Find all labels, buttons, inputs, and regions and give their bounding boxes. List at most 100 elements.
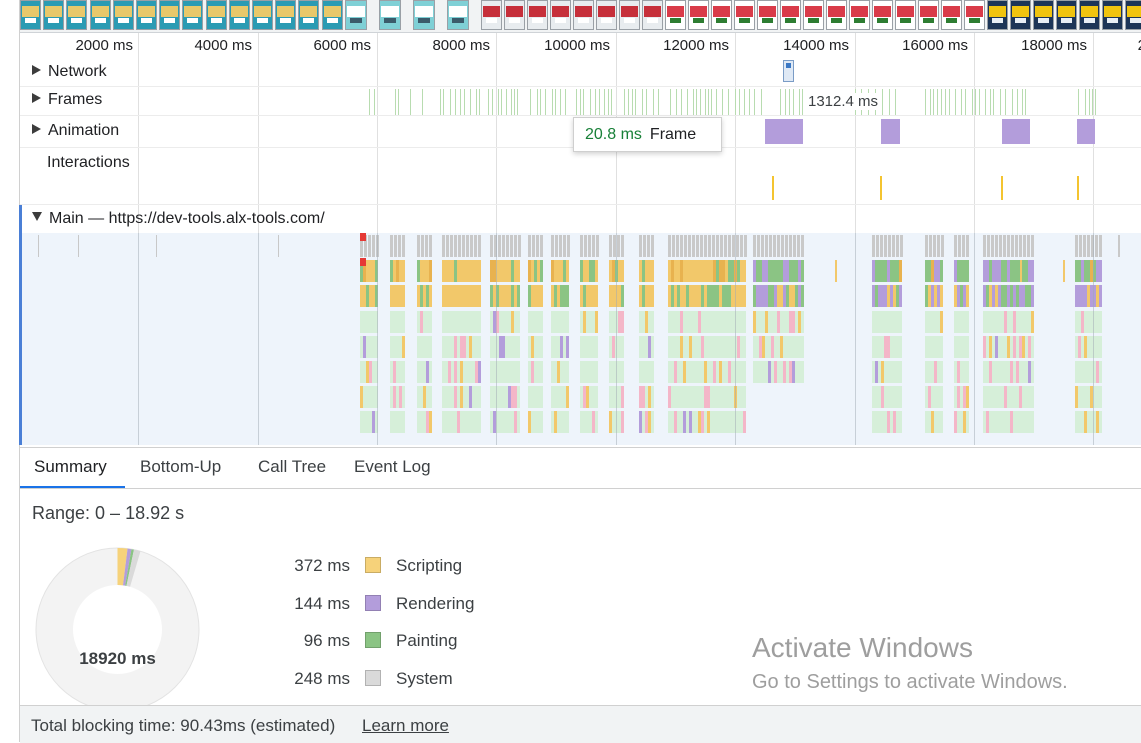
frame-bar[interactable] xyxy=(608,89,609,115)
frame-bar[interactable] xyxy=(711,89,712,115)
frame-bar[interactable] xyxy=(754,89,755,115)
flame-event-block[interactable] xyxy=(609,235,612,257)
flame-event-block[interactable] xyxy=(696,235,699,257)
flame-event-block[interactable] xyxy=(474,235,477,257)
flame-event-block[interactable] xyxy=(1079,235,1082,257)
flame-event-block[interactable] xyxy=(466,235,469,257)
flame-event-block[interactable] xyxy=(458,235,461,257)
interactions-track[interactable]: Interactions xyxy=(20,148,1141,205)
flame-event-block[interactable] xyxy=(743,411,746,433)
flame-event-block[interactable] xyxy=(78,235,79,257)
filmstrip-thumbnail[interactable] xyxy=(1079,0,1100,30)
frame-bar[interactable] xyxy=(1025,89,1026,115)
flame-event-block[interactable] xyxy=(421,235,424,257)
flame-event-block[interactable] xyxy=(899,285,902,307)
filmstrip-thumbnail[interactable] xyxy=(734,0,755,30)
frame-bar[interactable] xyxy=(545,89,546,115)
flame-event-block[interactable] xyxy=(712,235,715,257)
flame-event-block[interactable] xyxy=(517,411,520,433)
flame-event-block[interactable] xyxy=(777,235,780,257)
filmstrip-thumbnail[interactable] xyxy=(136,0,157,30)
flame-event-block[interactable] xyxy=(651,260,654,282)
frame-bar[interactable] xyxy=(560,89,561,115)
frame-bar[interactable] xyxy=(965,89,966,115)
flame-event-block[interactable] xyxy=(899,411,902,433)
frame-bar[interactable] xyxy=(565,89,566,115)
flame-event-block[interactable] xyxy=(643,235,646,257)
flame-event-block[interactable] xyxy=(402,336,405,358)
flame-event-block[interactable] xyxy=(651,285,654,307)
main-thread-flame-chart[interactable] xyxy=(20,233,1141,445)
flame-event-block[interactable] xyxy=(566,386,569,408)
flame-event-block[interactable] xyxy=(398,235,401,257)
frame-bar[interactable] xyxy=(925,89,926,115)
animation-track-label[interactable]: Animation xyxy=(32,122,119,140)
flame-event-block[interactable] xyxy=(595,336,598,358)
frame-bar[interactable] xyxy=(658,89,659,115)
frame-bar[interactable] xyxy=(374,89,375,115)
frame-bar[interactable] xyxy=(530,89,531,115)
flame-event-block[interactable] xyxy=(1007,235,1010,257)
frame-bar[interactable] xyxy=(410,89,411,115)
flame-event-block[interactable] xyxy=(429,361,432,383)
frame-bar[interactable] xyxy=(941,89,942,115)
flame-event-block[interactable] xyxy=(595,285,598,307)
flame-event-block[interactable] xyxy=(156,235,157,257)
frame-bar[interactable] xyxy=(761,89,762,115)
collapse-triangle-icon[interactable] xyxy=(32,212,42,221)
flame-event-block[interactable] xyxy=(1099,411,1102,433)
network-request-bar[interactable] xyxy=(783,60,794,82)
flame-event-block[interactable] xyxy=(728,235,731,257)
network-track-label[interactable]: Network xyxy=(32,63,107,81)
flame-event-block[interactable] xyxy=(1031,361,1034,383)
flame-event-block[interactable] xyxy=(668,235,671,257)
flame-event-block[interactable] xyxy=(1023,235,1026,257)
flame-event-block[interactable] xyxy=(1099,386,1102,408)
frame-bar[interactable] xyxy=(985,89,986,115)
frame-bar[interactable] xyxy=(933,89,934,115)
flame-event-block[interactable] xyxy=(1118,235,1120,257)
interaction-marker[interactable] xyxy=(1077,176,1079,200)
flame-event-block[interactable] xyxy=(394,235,397,257)
animation-block[interactable] xyxy=(1077,119,1095,144)
flame-event-block[interactable] xyxy=(478,386,481,408)
flame-event-block[interactable] xyxy=(360,258,366,266)
flame-event-block[interactable] xyxy=(789,235,792,257)
frame-bar[interactable] xyxy=(628,89,629,115)
frame-bar[interactable] xyxy=(955,89,956,115)
interaction-marker[interactable] xyxy=(772,176,774,200)
flame-event-block[interactable] xyxy=(478,361,481,383)
filmstrip-thumbnail[interactable] xyxy=(1033,0,1054,30)
flame-event-block[interactable] xyxy=(595,411,598,433)
flame-event-block[interactable] xyxy=(688,235,691,257)
flame-event-block[interactable] xyxy=(563,235,566,257)
frame-bar[interactable] xyxy=(949,89,950,115)
filmstrip-thumbnail[interactable] xyxy=(527,0,548,30)
flame-event-block[interactable] xyxy=(402,285,405,307)
frame-bar[interactable] xyxy=(506,89,507,115)
frame-bar[interactable] xyxy=(422,89,423,115)
frame-bar[interactable] xyxy=(895,89,896,115)
frame-bar[interactable] xyxy=(479,89,480,115)
flame-event-block[interactable] xyxy=(651,411,654,433)
frame-bar[interactable] xyxy=(1000,89,1001,115)
frame-bar[interactable] xyxy=(799,89,800,115)
frame-bar[interactable] xyxy=(705,89,706,115)
flame-event-block[interactable] xyxy=(929,235,932,257)
flame-event-block[interactable] xyxy=(429,386,432,408)
flame-event-block[interactable] xyxy=(966,311,969,333)
main-track-label[interactable]: Main — https://dev-tools.alx-tools.com/ xyxy=(32,210,325,228)
flame-event-block[interactable] xyxy=(517,336,520,358)
flame-event-block[interactable] xyxy=(402,260,405,282)
filmstrip-thumbnail[interactable] xyxy=(918,0,939,30)
frame-bar[interactable] xyxy=(369,89,370,115)
animation-block[interactable] xyxy=(881,119,900,144)
flame-event-block[interactable] xyxy=(899,311,902,333)
frame-bar[interactable] xyxy=(1022,89,1023,115)
filmstrip-thumbnail[interactable] xyxy=(895,0,916,30)
filmstrip-thumbnail[interactable] xyxy=(113,0,134,30)
flame-event-block[interactable] xyxy=(1027,235,1030,257)
flame-event-block[interactable] xyxy=(1031,260,1034,282)
flame-event-block[interactable] xyxy=(555,235,558,257)
flame-event-block[interactable] xyxy=(793,235,796,257)
